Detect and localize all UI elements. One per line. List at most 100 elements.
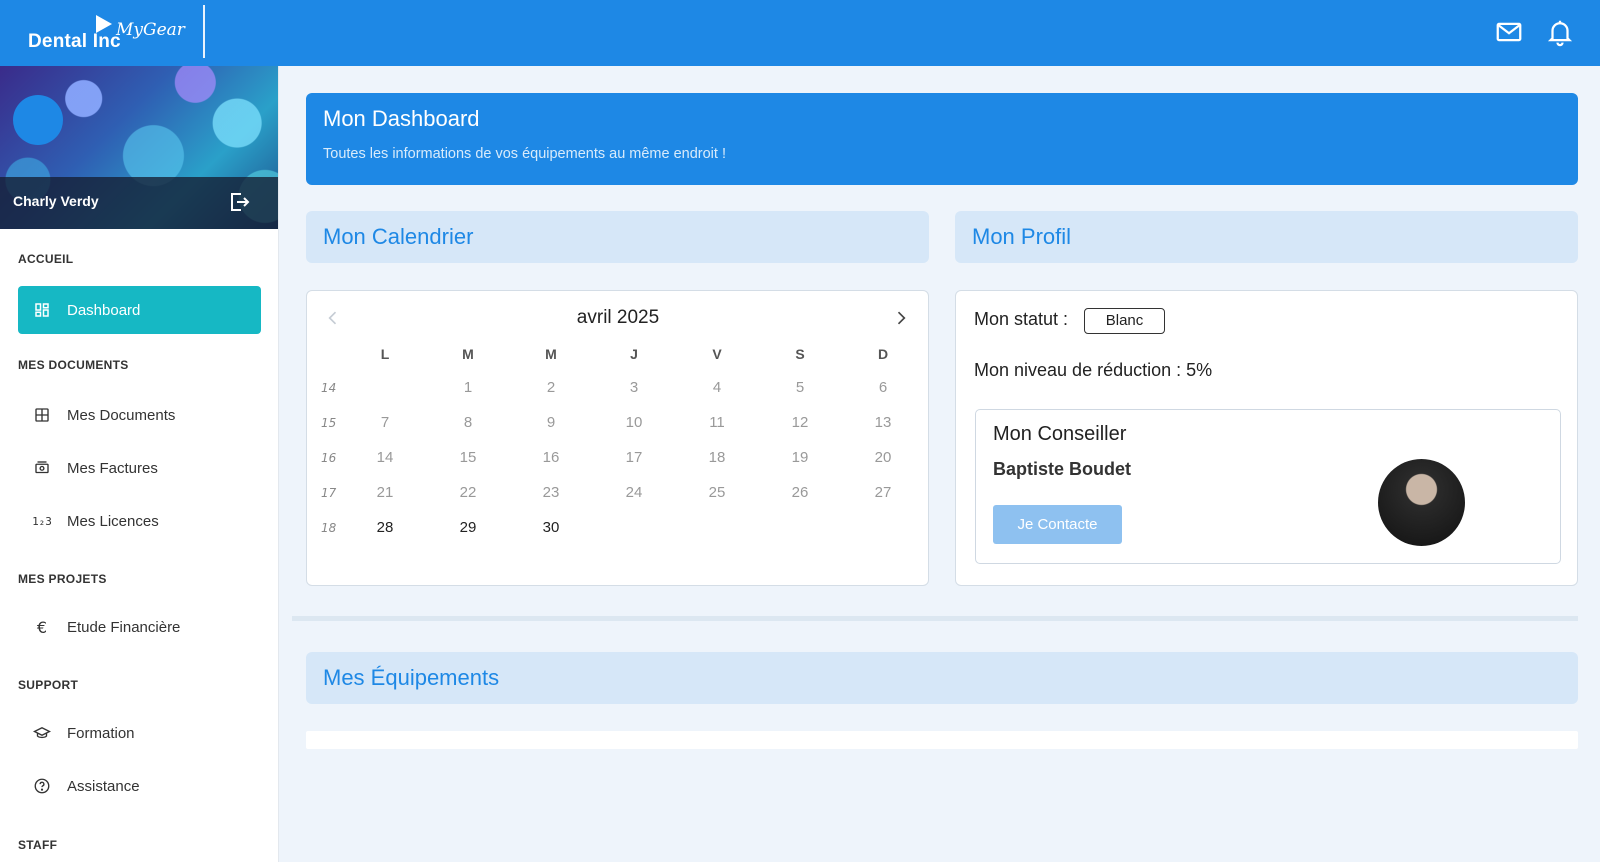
calendar-day[interactable]: 1 [448, 379, 488, 396]
sidebar: Charly Verdy ACCUEIL Dashboard MES DOCUM… [0, 66, 279, 862]
numbers-icon: 1₂3 [32, 514, 52, 528]
calendar-day[interactable]: 18 [697, 449, 737, 466]
sidebar-item-label: Assistance [67, 777, 140, 795]
graduation-cap-icon [32, 723, 52, 743]
sidebar-item-formation[interactable]: Formation [18, 709, 261, 757]
calendar-week-number: 15 [321, 416, 337, 430]
calendar-day[interactable]: 5 [780, 379, 820, 396]
status-label: Mon statut : [974, 309, 1069, 329]
euro-icon: € [36, 617, 48, 637]
section-divider [292, 616, 1578, 621]
status-badge: Blanc [1084, 308, 1165, 334]
calendar-dow: M [462, 346, 474, 362]
sidebar-item-label: Etude Financière [67, 618, 181, 636]
calendar-day[interactable]: 21 [365, 484, 405, 501]
logout-icon[interactable] [227, 190, 251, 214]
reduction-level: Mon niveau de réduction : 5% [974, 360, 1213, 380]
calendar-day[interactable]: 13 [863, 414, 903, 431]
avatar[interactable] [13, 95, 63, 145]
sidebar-item-label: Dashboard [67, 301, 141, 319]
calendar-day[interactable]: 28 [365, 519, 405, 536]
calendar-day[interactable]: 4 [697, 379, 737, 396]
calendar-day[interactable]: 7 [365, 414, 405, 431]
equipment-list [306, 731, 1578, 749]
equipment-header: Mes Équipements [306, 652, 1578, 704]
page-subtitle: Toutes les informations de vos équipemen… [323, 146, 726, 162]
brand-logo[interactable]: Dental Inc MyGear [28, 10, 208, 58]
calendar-dow: D [877, 346, 889, 362]
calendar-day[interactable]: 12 [780, 414, 820, 431]
calendar-dow: L [380, 346, 390, 362]
calendar-day[interactable]: 14 [365, 449, 405, 466]
invoice-icon [32, 458, 52, 478]
profile-bar: Charly Verdy [0, 177, 278, 229]
calendar-day[interactable]: 23 [531, 484, 571, 501]
calendar-day[interactable]: 15 [448, 449, 488, 466]
calendar-dow: V [712, 346, 722, 362]
calendar-week-number: 17 [321, 486, 337, 500]
advisor-title: Mon Conseiller [993, 423, 1127, 445]
calendar-day[interactable]: 8 [448, 414, 488, 431]
calendar-title: Mon Calendrier [323, 224, 474, 249]
calendar-week-number: 18 [321, 521, 337, 535]
calendar-day[interactable]: 6 [863, 379, 903, 396]
calendar-month: avril 2025 [576, 307, 660, 328]
calendar-day[interactable]: 9 [531, 414, 571, 431]
calendar-day[interactable]: 20 [863, 449, 903, 466]
calendar-day[interactable]: 3 [614, 379, 654, 396]
profile-header: Mon Profil [955, 211, 1578, 263]
sidebar-item-dashboard[interactable]: Dashboard [18, 286, 261, 334]
profile-title: Mon Profil [972, 224, 1072, 249]
calendar-week-number: 14 [321, 381, 337, 395]
brand-divider [203, 5, 205, 58]
advisor-name: Baptiste Boudet [993, 459, 1132, 479]
calendar-day[interactable]: 2 [531, 379, 571, 396]
sidebar-item-assistance[interactable]: Assistance [18, 762, 261, 810]
calendar-dow: S [795, 346, 805, 362]
calendar-next-button[interactable] [890, 307, 912, 329]
calendar-day[interactable]: 11 [697, 414, 737, 431]
help-circle-icon [32, 776, 52, 796]
calendar-day[interactable]: 24 [614, 484, 654, 501]
sidebar-item-etude-financiere[interactable]: € Etude Financière [18, 603, 261, 651]
contact-button[interactable]: Je Contacte [993, 505, 1122, 544]
sidebar-item-label: Formation [67, 724, 135, 742]
sidebar-item-licences[interactable]: 1₂3 Mes Licences [18, 497, 261, 545]
calendar-day[interactable]: 10 [614, 414, 654, 431]
calendar-day[interactable]: 30 [531, 519, 571, 536]
brand-name: Dental Inc [28, 31, 121, 52]
top-bar: Dental Inc MyGear [0, 0, 1600, 66]
equipment-title: Mes Équipements [323, 665, 500, 690]
user-name: Charly Verdy [13, 193, 99, 209]
calendar-week-number: 16 [321, 451, 337, 465]
calendar-day[interactable]: 19 [780, 449, 820, 466]
calendar-day[interactable]: 16 [531, 449, 571, 466]
profile-cover: Charly Verdy [0, 66, 278, 229]
nav-section-support: SUPPORT [18, 678, 79, 692]
sidebar-item-label: Mes Factures [67, 459, 158, 477]
brand-subtitle: MyGear [116, 20, 185, 40]
mail-icon[interactable] [1494, 17, 1524, 47]
calendar-day[interactable]: 22 [448, 484, 488, 501]
sidebar-item-documents[interactable]: Mes Documents [18, 391, 261, 439]
sidebar-item-label: Mes Documents [67, 406, 176, 424]
calendar-panel: avril 2025 L M M J V S D 14 15 16 17 18 1 2 3 4 5 6 7 8 9 10 1… [306, 290, 929, 586]
calendar-day[interactable]: 27 [863, 484, 903, 501]
sidebar-item-label: Mes Licences [67, 512, 159, 530]
calendar-day[interactable]: 29 [448, 519, 488, 536]
grid-icon [32, 405, 52, 425]
bell-icon[interactable] [1545, 17, 1575, 47]
dashboard-icon [32, 300, 52, 320]
dashboard-banner: Mon Dashboard Toutes les informations de… [306, 93, 1578, 185]
calendar-dow: J [630, 346, 638, 362]
calendar-header: Mon Calendrier [306, 211, 929, 263]
calendar-dow: M [545, 346, 557, 362]
calendar-day[interactable]: 26 [780, 484, 820, 501]
nav-section-projets: MES PROJETS [18, 572, 107, 586]
calendar-day[interactable]: 17 [614, 449, 654, 466]
sidebar-item-factures[interactable]: Mes Factures [18, 444, 261, 492]
play-icon [96, 15, 112, 33]
nav-section-accueil: ACCUEIL [18, 252, 74, 266]
calendar-day[interactable]: 25 [697, 484, 737, 501]
nav-section-staff: STAFF [18, 838, 58, 852]
